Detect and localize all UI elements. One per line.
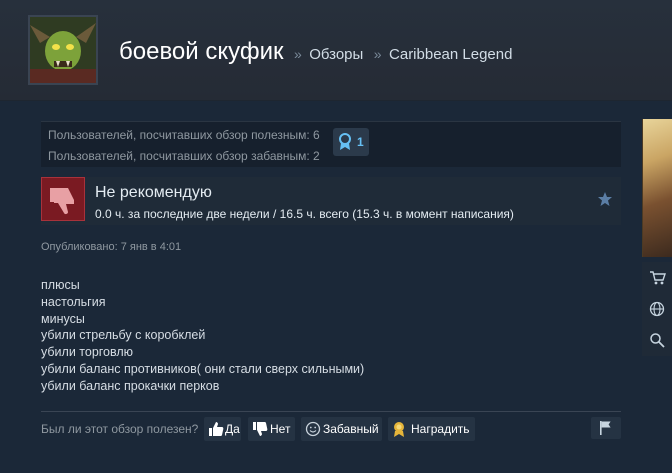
side-toolbar xyxy=(642,262,672,356)
thumbs-down-icon xyxy=(253,422,268,436)
thumbs-down-icon xyxy=(50,188,74,215)
smiley-icon xyxy=(305,421,321,437)
breadcrumb-separator: » xyxy=(373,46,382,62)
flag-icon xyxy=(600,421,611,435)
yes-button[interactable]: Да xyxy=(204,417,241,441)
award-badge[interactable]: 1 xyxy=(333,128,369,156)
breadcrumb-separator: » xyxy=(293,46,302,62)
search-icon[interactable] xyxy=(649,332,665,348)
ribbon-icon xyxy=(339,133,351,150)
verdict-box: Не рекомендую 0.0 ч. за последние две не… xyxy=(41,177,621,225)
award-label: Наградить xyxy=(411,422,470,436)
funny-label: Забавный xyxy=(323,422,379,436)
breadcrumb-game-link[interactable]: Caribbean Legend xyxy=(389,46,512,63)
thumbs-up-icon xyxy=(209,422,224,436)
game-art-banner[interactable] xyxy=(642,119,672,257)
award-ribbon-icon xyxy=(394,422,404,437)
review-line: убили торговлю xyxy=(41,345,134,360)
helpful-count-text: Пользователей, посчитавших обзор полезны… xyxy=(48,128,320,142)
breadcrumb: боевой скуфик » Обзоры » Caribbean Legen… xyxy=(119,38,512,66)
review-line: минусы xyxy=(41,311,85,326)
review-text: плюсы настольгия минусы убили стрельбу с… xyxy=(41,277,364,395)
yes-label: Да xyxy=(225,422,240,436)
no-label: Нет xyxy=(270,422,291,436)
avatar[interactable] xyxy=(28,15,98,85)
profile-header: боевой скуфик » Обзоры » Caribbean Legen… xyxy=(0,0,672,101)
globe-icon[interactable] xyxy=(649,301,665,317)
breadcrumb-reviews-link[interactable]: Обзоры xyxy=(309,46,363,63)
rating-row: Был ли этот обзор полезен? Да Нет Забавн… xyxy=(41,417,621,441)
user-name-link[interactable]: боевой скуфик xyxy=(119,38,284,65)
review-line: настольгия xyxy=(41,294,106,309)
funny-count-text: Пользователей, посчитавших обзор забавны… xyxy=(48,149,320,163)
divider xyxy=(41,411,621,412)
helpful-question: Был ли этот обзор полезен? xyxy=(41,422,199,436)
review-line: убили баланс противников( они стали свер… xyxy=(41,361,365,376)
review-line: плюсы xyxy=(41,278,80,292)
review-line: убили стрельбу с коробклей xyxy=(41,328,206,343)
avatar-image xyxy=(30,17,96,83)
playtime-text: 0.0 ч. за последние две недели / 16.5 ч.… xyxy=(95,207,514,221)
verdict-title: Не рекомендую xyxy=(95,184,212,201)
cart-icon[interactable] xyxy=(649,270,666,286)
award-button[interactable]: Наградить xyxy=(388,417,475,441)
published-date: Опубликовано: 7 янв в 4:01 xyxy=(41,241,182,253)
review-stats-box: Пользователей, посчитавших обзор полезны… xyxy=(41,121,621,167)
report-button[interactable] xyxy=(591,417,621,439)
funny-button[interactable]: Забавный xyxy=(301,417,382,441)
no-button[interactable]: Нет xyxy=(248,417,295,441)
not-recommended-badge xyxy=(41,177,85,221)
award-count: 1 xyxy=(357,135,364,149)
star-icon[interactable] xyxy=(597,191,613,207)
review-line: убили баланс прокачки перков xyxy=(41,378,220,393)
